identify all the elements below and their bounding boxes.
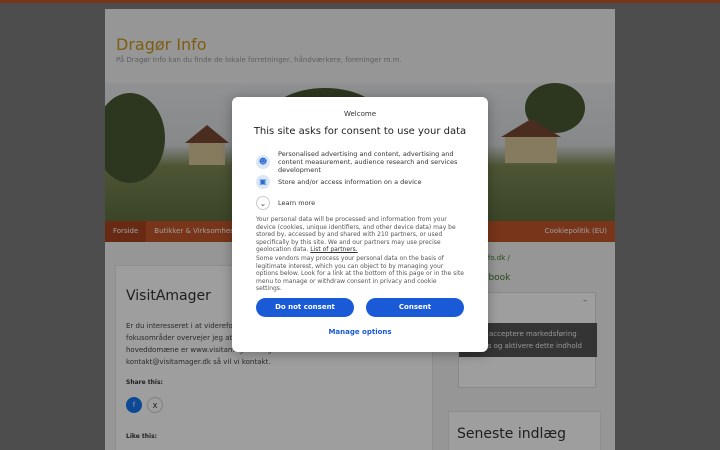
do-not-consent-button[interactable]: Do not consent	[256, 298, 354, 317]
learn-more-toggle[interactable]: ⌄ Learn more	[256, 196, 468, 210]
purpose-advertising: ☻ Personalised advertising and content, …	[256, 150, 468, 174]
consent-body-2: Some vendors may process your personal d…	[256, 255, 464, 293]
purpose-device-storage: ▣ Store and/or access information on a d…	[256, 175, 468, 189]
purpose-advertising-text: Personalised advertising and content, ad…	[278, 150, 458, 174]
manage-options-button[interactable]: Manage options	[232, 328, 488, 336]
consent-title: This site asks for consent to use your d…	[253, 126, 467, 137]
consent-body-1: Your personal data will be processed and…	[256, 216, 464, 254]
learn-more-label[interactable]: Learn more	[278, 199, 468, 207]
consent-button[interactable]: Consent	[366, 298, 464, 317]
chevron-down-icon[interactable]: ⌄	[256, 196, 270, 210]
purpose-device-storage-text: Store and/or access information on a dev…	[278, 178, 422, 186]
partners-link[interactable]: List of partners.	[310, 246, 357, 253]
person-icon: ☻	[256, 155, 270, 169]
device-icon: ▣	[256, 175, 270, 189]
consent-dialog: Welcome This site asks for consent to us…	[232, 97, 488, 352]
consent-welcome: Welcome	[343, 110, 377, 118]
